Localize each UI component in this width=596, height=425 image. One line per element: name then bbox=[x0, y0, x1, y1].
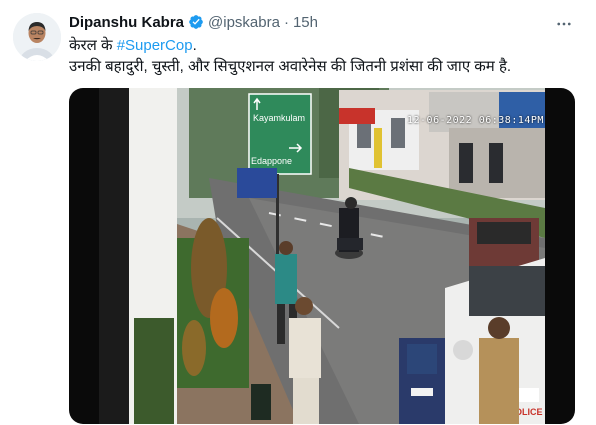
tweet-text-line-2: उनकी बहादुरी, चुस्ती, और सिचुएशनल अवारेन… bbox=[69, 58, 512, 75]
cctv-scene-image: Kayamkulam Edappone POLICE bbox=[99, 88, 545, 424]
hashtag-link[interactable]: #SuperCop bbox=[117, 37, 193, 54]
video-media[interactable]: Kayamkulam Edappone POLICE 12-06-2022 06… bbox=[69, 88, 575, 424]
video-frame[interactable]: Kayamkulam Edappone POLICE 12-06-2022 06… bbox=[99, 88, 545, 424]
tweet-text-line-1: केरल के #SuperCop. bbox=[69, 35, 579, 56]
tweet-text-prefix: केरल के bbox=[69, 37, 117, 54]
tweet-timestamp[interactable]: 15h bbox=[293, 14, 318, 31]
separator-dot: · bbox=[283, 13, 289, 31]
author-handle[interactable]: @ipskabra bbox=[208, 14, 280, 31]
more-options-icon[interactable] bbox=[553, 13, 575, 35]
tweet-text-period: . bbox=[192, 37, 197, 54]
avatar[interactable] bbox=[13, 13, 61, 61]
avatar-image bbox=[13, 13, 61, 61]
verified-badge-icon bbox=[188, 14, 204, 30]
tweet-header: Dipanshu Kabra @ipskabra · 15h bbox=[69, 12, 318, 32]
tweet-text: केरल के #SuperCop. उनकी बहादुरी, चुस्ती,… bbox=[69, 35, 579, 77]
sign-text-kayamkulam: Kayamkulam bbox=[253, 113, 305, 123]
author-display-name[interactable]: Dipanshu Kabra bbox=[69, 14, 184, 31]
sign-text-edappone: Edappone bbox=[251, 156, 292, 166]
cctv-timestamp: 12-06-2022 06:38:14PM bbox=[407, 115, 544, 126]
tweet-card[interactable]: Dipanshu Kabra @ipskabra · 15h केरल के #… bbox=[0, 0, 596, 425]
